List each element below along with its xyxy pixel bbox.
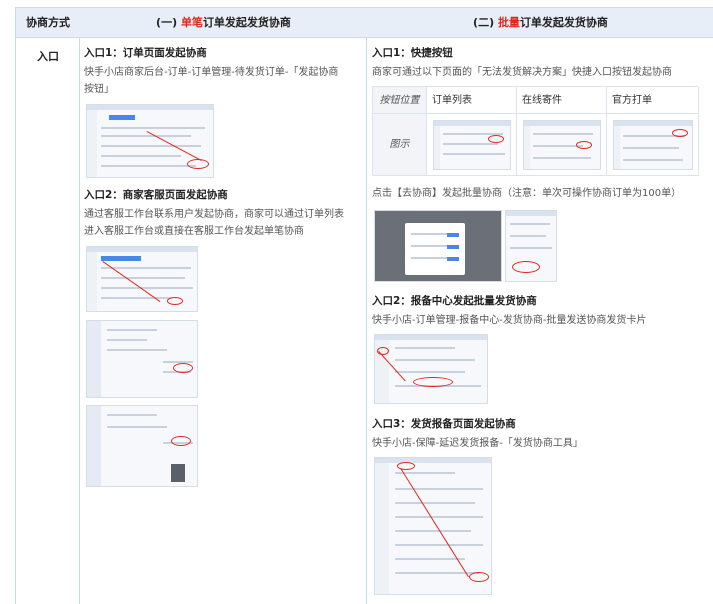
grid-cell-order-list-image xyxy=(427,114,517,176)
cs-workbench-screenshot-2 xyxy=(86,405,198,487)
header-single-highlight: 单笔 xyxy=(180,16,203,29)
report-center-screenshot xyxy=(374,334,488,404)
single-entry1-title: 入口1：订单页面发起协商 xyxy=(84,47,207,59)
batch-result-screenshot xyxy=(505,210,557,282)
grid-row1-label: 按钮位置 xyxy=(373,87,427,114)
grid-cell-online-shipping-image xyxy=(517,114,607,176)
grid-col-order-list: 订单列表 xyxy=(427,87,517,114)
grid-cell-official-print-image xyxy=(607,114,699,176)
batch-entry1-title: 入口1：快捷按钮 xyxy=(372,47,453,59)
single-entry2-desc-line1: 通过客服工作台联系用户发起协商，商家可以通过订单列表 xyxy=(84,209,344,220)
grid-col-official-print: 官方打单 xyxy=(607,87,699,114)
grid-col-online-shipping: 在线寄件 xyxy=(517,87,607,114)
cs-order-list-screenshot xyxy=(86,246,198,312)
cs-workbench-screenshot-1 xyxy=(86,320,198,398)
single-entry1-desc-line1: 快手小店商家后台-订单-订单管理-待发货订单-「发起协商 xyxy=(84,67,339,78)
header-batch-prefix: (二) xyxy=(473,16,498,29)
batch-entry1-desc: 商家可通过以下页面的「无法发货解决方案」快捷入口按钮发起协商 xyxy=(372,67,672,78)
header-batch: (二) 批量订单发起发货协商 xyxy=(367,8,713,38)
header-batch-highlight: 批量 xyxy=(497,16,520,29)
row-label-entry: 入口 xyxy=(37,50,59,63)
order-page-screenshot xyxy=(86,104,214,178)
grid-row2-label: 图示 xyxy=(373,114,427,176)
header-single: (一) 单笔订单发起发货协商 xyxy=(80,8,367,38)
header-single-prefix: (一) xyxy=(156,16,181,29)
table-header: 协商方式 (一) 单笔订单发起发货协商 (二) 批量订单发起发货协商 xyxy=(16,8,713,38)
header-batch-suffix: 订单发起发货协商 xyxy=(519,16,608,29)
batch-note: 点击【去协商】发起批量协商（注意：单次可操作协商订单为100单） xyxy=(372,188,682,199)
header-method: 协商方式 xyxy=(26,16,70,29)
batch-entry3-desc: 快手小店-保障-延迟发货报备-「发货协商工具」 xyxy=(372,438,583,449)
batch-entry2-title: 入口2：报备中心发起批量发货协商 xyxy=(372,295,537,307)
batch-entry2-desc: 快手小店-订单管理-报备中心-发货协商-批量发送协商发货卡片 xyxy=(372,315,647,326)
single-entry2-title: 入口2：商家客服页面发起协商 xyxy=(84,189,228,201)
column-method xyxy=(16,8,80,604)
delay-report-screenshot xyxy=(374,457,492,595)
batch-dialog-screenshot xyxy=(374,210,502,282)
quick-button-grid: 按钮位置 订单列表 在线寄件 官方打单 图示 xyxy=(372,86,699,176)
header-single-suffix: 订单发起发货协商 xyxy=(202,16,291,29)
batch-entry3-title: 入口3：发货报备页面发起协商 xyxy=(372,418,516,430)
single-entry1-desc-line2: 按钮」 xyxy=(84,84,114,95)
single-entry2-desc-line2: 进入客服工作台或直接在客服工作台发起单笔协商 xyxy=(84,226,304,237)
